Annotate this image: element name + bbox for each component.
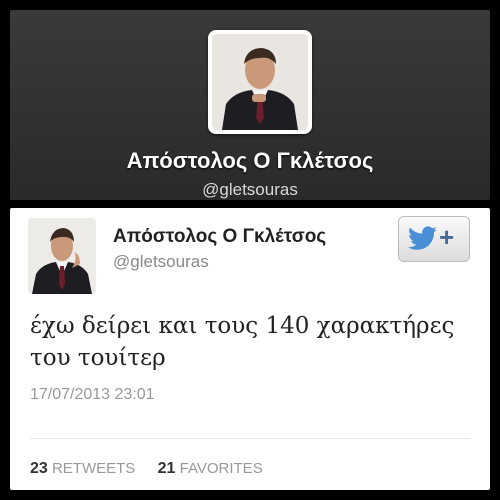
profile-header: Απόστολος Ο Γκλέτσος @gletsouras (10, 10, 490, 200)
retweets-count: 23 (30, 460, 48, 477)
divider (30, 438, 470, 439)
screenshot-frame: Απόστολος Ο Γκλέτσος @gletsouras Απόστολ… (0, 0, 500, 500)
follow-plus-label: + (439, 222, 455, 252)
tweet-author-handle[interactable]: @gletsouras (113, 252, 209, 272)
tweet-stats: 23 RETWEETS 21 FAVORITES (30, 460, 263, 478)
tweet-text: έχω δείρει και τους 140 χαρακτήρες του τ… (30, 313, 455, 371)
favorites-label: FAVORITES (179, 460, 263, 477)
tweet-card: Απόστολος Ο Γκλέτσος @gletsouras + έχω δ… (10, 208, 490, 490)
profile-name: Απόστολος Ο Γκλέτσος (126, 148, 374, 173)
retweets-stat[interactable]: 23 RETWEETS (30, 460, 139, 477)
twitter-bird-icon (408, 226, 437, 250)
profile-handle: @gletsouras (202, 180, 298, 199)
profile-avatar[interactable] (208, 30, 312, 134)
favorites-count: 21 (157, 460, 176, 477)
tweet-author-name[interactable]: Απόστολος Ο Γκλέτσος (113, 226, 326, 248)
follow-button[interactable]: + (398, 216, 470, 262)
retweets-label: RETWEETS (51, 460, 136, 477)
tweet-timestamp: 17/07/2013 23:01 (30, 386, 155, 403)
profile-photo (212, 34, 308, 130)
tweet-avatar[interactable] (28, 218, 96, 294)
favorites-stat[interactable]: 21 FAVORITES (158, 460, 263, 477)
